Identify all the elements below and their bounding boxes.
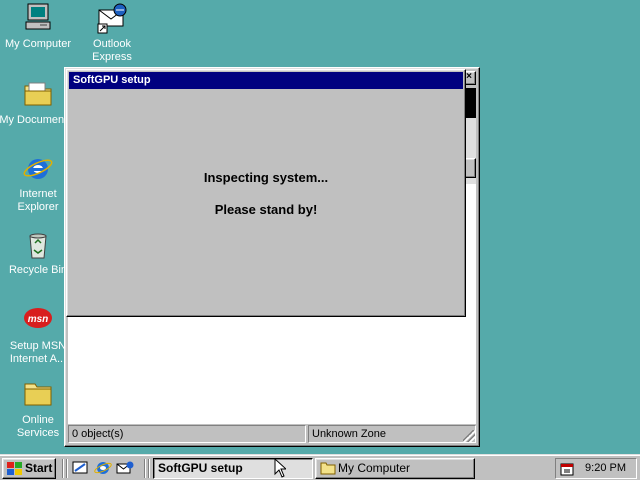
my-computer-icon <box>22 2 54 34</box>
setup-dialog-titlebar[interactable]: SoftGPU setup <box>69 72 463 89</box>
show-desktop-icon[interactable] <box>72 460 90 476</box>
task-label: My Computer <box>338 461 411 475</box>
setup-wait-message: Please stand by! <box>214 202 318 217</box>
status-zone: Unknown Zone <box>308 425 476 443</box>
windows-logo-icon <box>7 462 22 475</box>
system-tray: 9:20 PM <box>555 458 637 479</box>
status-objects: 0 object(s) <box>68 425 306 443</box>
desktop-icon-label: My Computer <box>4 38 72 50</box>
resize-grip[interactable] <box>463 430 475 442</box>
setup-dialog[interactable]: SoftGPU setup Inspecting system... Pleas… <box>66 69 466 317</box>
outlook-express-icon <box>96 2 128 34</box>
setup-status-message: Inspecting system... <box>203 170 329 185</box>
folder-icon <box>22 378 54 410</box>
quick-launch-separator <box>66 459 68 478</box>
desktop-icon-outlook-express[interactable]: Outlook Express <box>74 2 150 64</box>
setup-dialog-title: SoftGPU setup <box>73 74 151 86</box>
outlook-express-icon[interactable] <box>116 460 134 476</box>
folder-icon <box>22 78 54 110</box>
taskbar: Start SoftGPU setup My Computer 9:20 PM <box>0 454 640 480</box>
desktop-icon-label: Outlook Express <box>92 38 132 63</box>
quick-launch-separator <box>148 459 150 478</box>
task-label: SoftGPU setup <box>158 461 243 475</box>
mouse-cursor-icon <box>274 458 286 478</box>
msn-icon: msn <box>22 304 54 336</box>
explorer-status-bar: 0 object(s) Unknown Zone <box>68 425 476 443</box>
clock[interactable]: 9:20 PM <box>585 459 626 478</box>
start-label: Start <box>25 461 53 475</box>
internet-explorer-icon <box>22 152 54 184</box>
task-button-my-computer[interactable]: My Computer <box>315 458 475 479</box>
task-button-softgpu-setup[interactable]: SoftGPU setup <box>153 458 313 479</box>
scheduler-icon[interactable] <box>560 461 576 477</box>
quick-launch-separator <box>62 459 64 478</box>
internet-explorer-icon[interactable] <box>94 460 112 476</box>
start-button[interactable]: Start <box>2 458 56 479</box>
folder-icon <box>320 462 336 475</box>
quick-launch-separator <box>144 459 146 478</box>
svg-text:msn: msn <box>28 314 49 325</box>
desktop-icon-my-computer[interactable]: My Computer <box>0 2 76 51</box>
close-icon: × <box>466 71 472 82</box>
recycle-bin-icon <box>22 228 54 260</box>
